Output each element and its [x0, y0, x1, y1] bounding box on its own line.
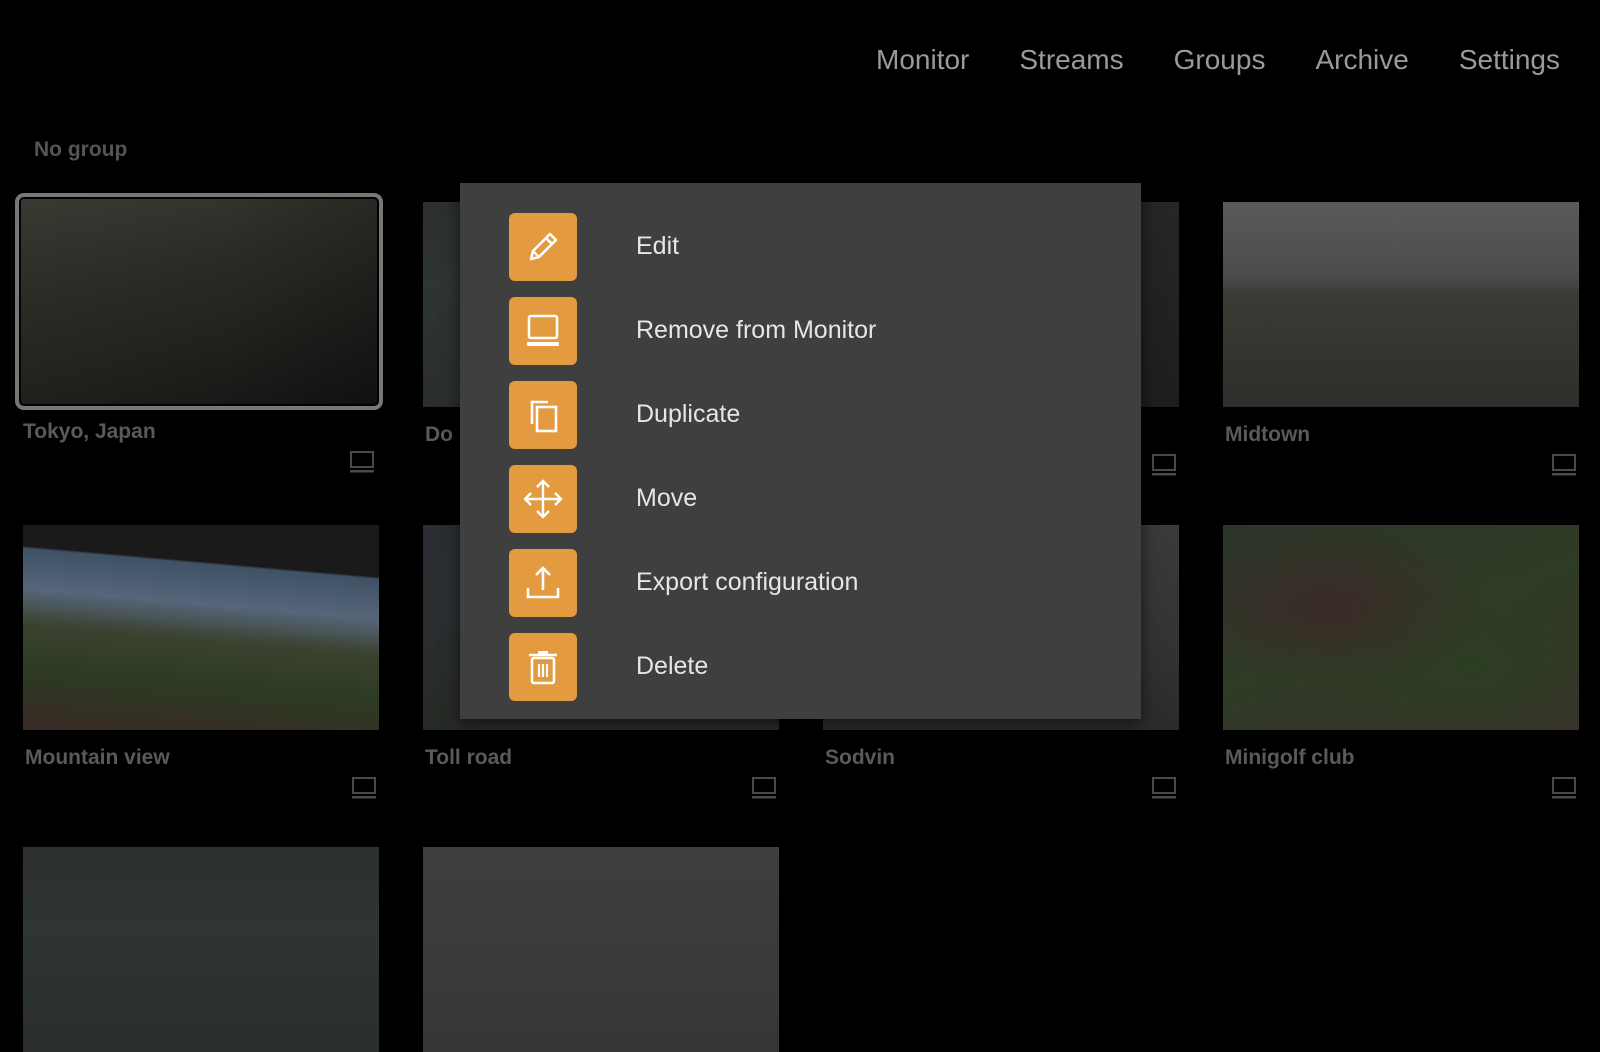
menu-label: Delete [636, 652, 709, 680]
stream-thumbnail [23, 525, 379, 730]
copy-icon [509, 381, 577, 449]
menu-label: Export configuration [636, 568, 859, 596]
nav-groups[interactable]: Groups [1174, 44, 1266, 76]
menu-item-export-configuration[interactable]: Export configuration [460, 541, 1141, 625]
monitor-icon[interactable] [351, 776, 377, 800]
monitor-icon[interactable] [1551, 776, 1577, 800]
stream-name: Tokyo, Japan [23, 420, 156, 443]
monitor-icon[interactable] [751, 776, 777, 800]
menu-label: Edit [636, 232, 680, 260]
menu-item-move[interactable]: Move [460, 457, 1141, 541]
stream-name: Toll road [425, 746, 513, 769]
top-navigation: Monitor Streams Groups Archive Settings [876, 44, 1560, 76]
stream-thumbnail [423, 847, 779, 1052]
menu-label: Remove from Monitor [636, 316, 877, 344]
pencil-icon [509, 213, 577, 281]
menu-item-delete[interactable]: Delete [460, 625, 1141, 709]
context-menu: Edit Remove from Monitor Duplicate Move … [460, 183, 1141, 719]
stream-name: Do [425, 423, 453, 446]
monitor-icon [509, 297, 577, 365]
menu-item-edit[interactable]: Edit [460, 205, 1141, 289]
monitor-icon[interactable] [349, 450, 375, 474]
trash-icon [509, 633, 577, 701]
stream-thumbnail [1223, 202, 1579, 407]
nav-streams[interactable]: Streams [1019, 44, 1123, 76]
stream-thumbnail [1223, 525, 1579, 730]
stream-name: Minigolf club [1225, 746, 1355, 769]
nav-archive[interactable]: Archive [1315, 44, 1408, 76]
nav-settings[interactable]: Settings [1459, 44, 1560, 76]
group-heading: No group [34, 138, 128, 161]
upload-icon [509, 549, 577, 617]
stream-name: Midtown [1225, 423, 1311, 446]
monitor-icon[interactable] [1151, 453, 1177, 477]
stream-thumbnail [15, 193, 383, 410]
menu-item-duplicate[interactable]: Duplicate [460, 373, 1141, 457]
nav-monitor[interactable]: Monitor [876, 44, 969, 76]
stream-name: Sodvin [825, 746, 896, 769]
stream-name: Mountain view [25, 746, 170, 769]
stream-thumbnail [23, 847, 379, 1052]
menu-label: Move [636, 484, 698, 512]
menu-item-remove-from-monitor[interactable]: Remove from Monitor [460, 289, 1141, 373]
move-arrows-icon [509, 465, 577, 533]
monitor-icon[interactable] [1551, 453, 1577, 477]
menu-label: Duplicate [636, 400, 741, 428]
monitor-icon[interactable] [1151, 776, 1177, 800]
